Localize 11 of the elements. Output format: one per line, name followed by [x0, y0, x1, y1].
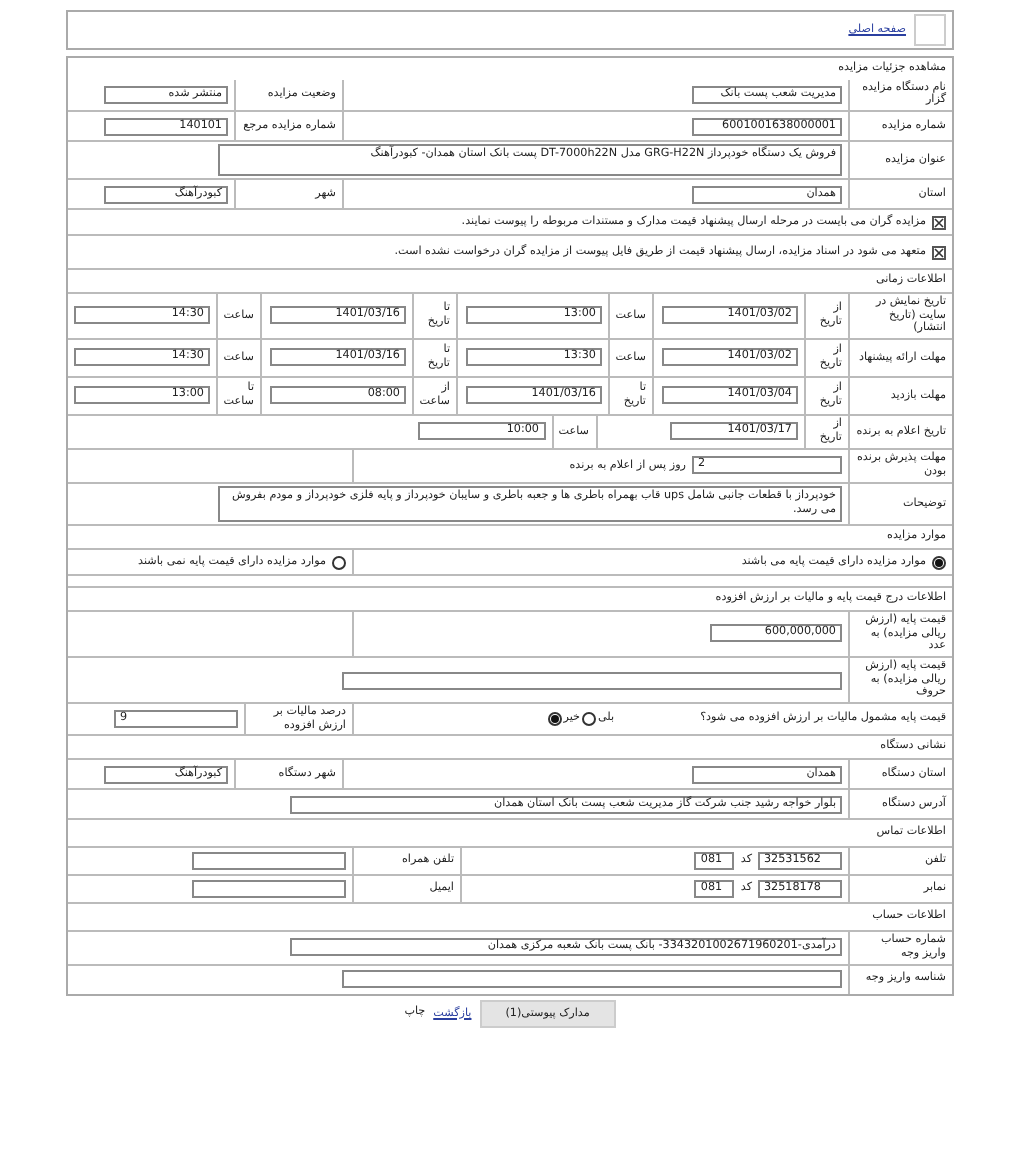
- checked-checkbox[interactable]: [932, 245, 946, 260]
- text-field[interactable]: [342, 671, 842, 690]
- text-field[interactable]: [192, 880, 346, 899]
- radio-button[interactable]: [581, 712, 596, 727]
- radio-button[interactable]: [932, 555, 946, 570]
- radio-button[interactable]: [332, 555, 346, 570]
- logo-placeholder: [914, 14, 946, 46]
- text-field[interactable]: [192, 852, 346, 871]
- text-field[interactable]: [342, 970, 842, 989]
- checked-checkbox[interactable]: [932, 215, 946, 230]
- radio-button[interactable]: [547, 712, 562, 727]
